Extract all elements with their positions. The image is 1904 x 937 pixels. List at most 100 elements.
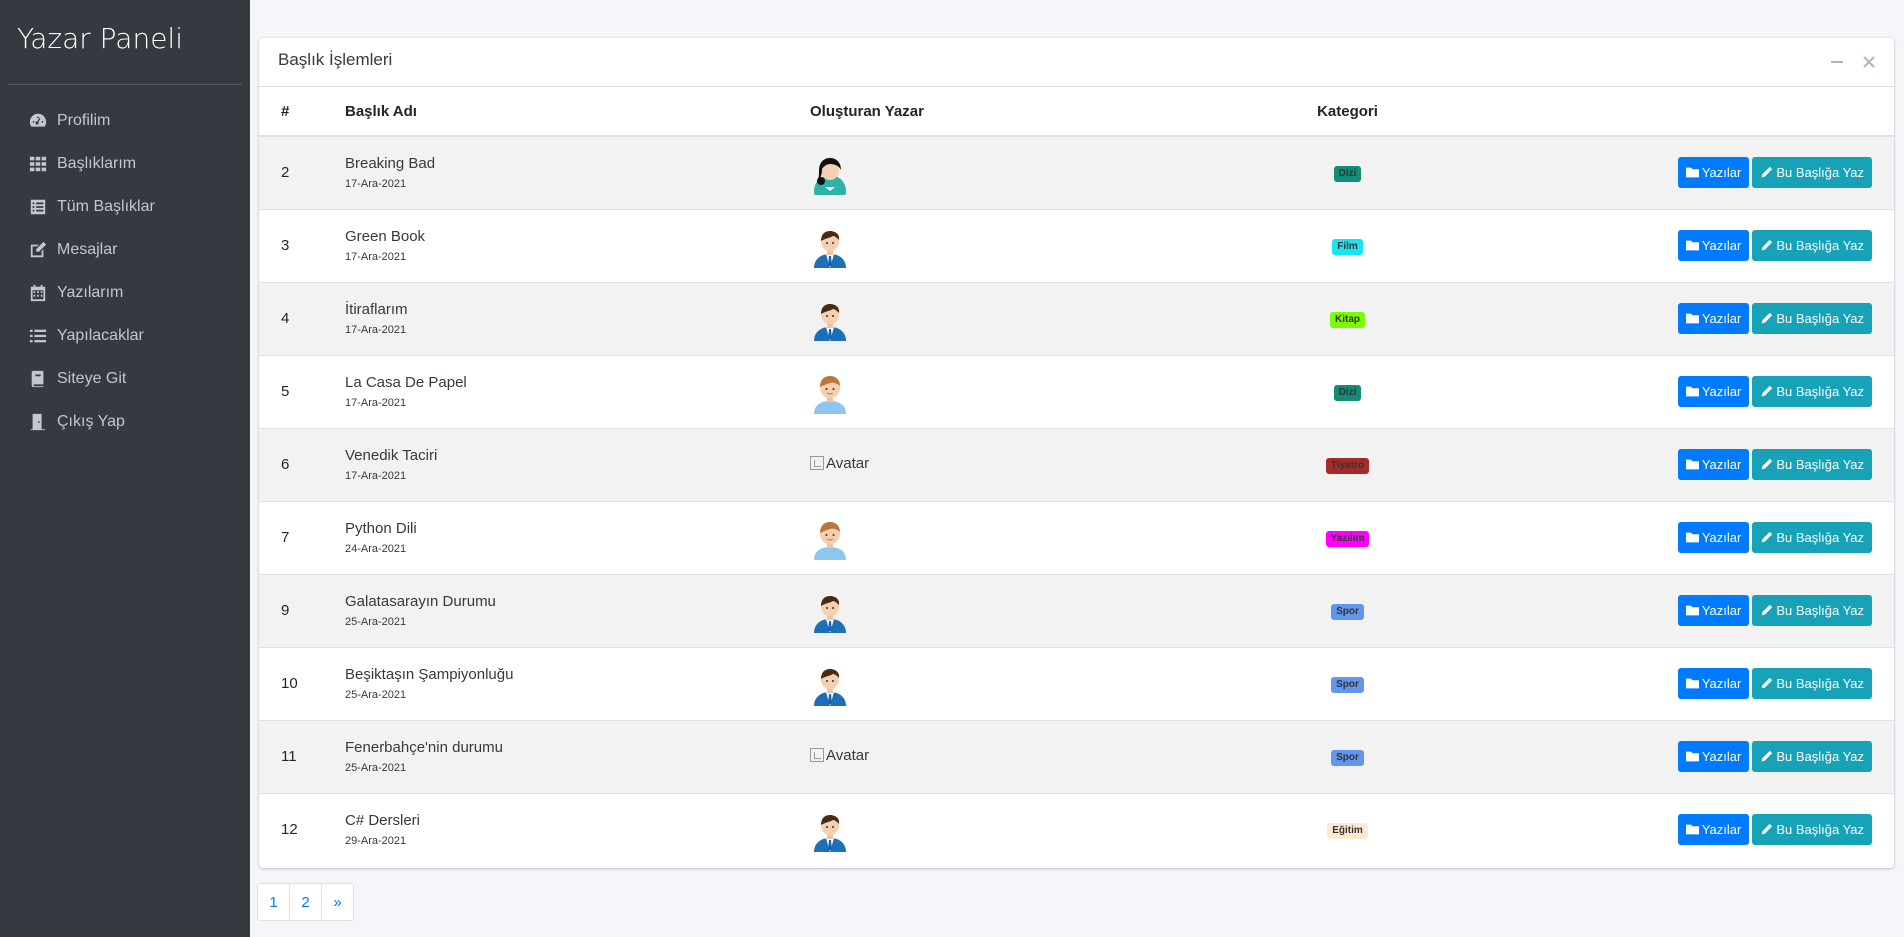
author-cell [790, 282, 1210, 355]
row-title-cell: Beşiktaşın Şampiyonluğu 25-Ara-2021 [325, 647, 790, 720]
table-row: 2 Breaking Bad 17-Ara-2021 Dizi Yazılar Bu Ba… [259, 136, 1894, 209]
grid-icon [28, 154, 48, 174]
avatar [810, 375, 850, 414]
pencil-icon [1760, 531, 1776, 544]
posts-button[interactable]: Yazılar [1677, 230, 1750, 261]
book-icon [28, 369, 48, 389]
avatar-alt-text: Avatar [826, 454, 870, 472]
write-button-label: Bu Başlığa Yaz [1776, 165, 1864, 181]
topic-name: Breaking Bad [345, 155, 436, 173]
posts-button[interactable]: Yazılar [1677, 814, 1750, 846]
sidebar-item-7[interactable]: Çıkış Yap [0, 400, 250, 443]
col-category-header: Kategori [1210, 87, 1485, 137]
row-title-cell: C# Dersleri 29-Ara-2021 [325, 793, 790, 866]
close-icon[interactable] [1860, 53, 1878, 71]
list-alt-icon [28, 197, 48, 217]
pagination-page[interactable]: 2 [289, 883, 322, 921]
topics-table: # Başlık Adı Oluşturan Yazar Kategori 2 B… [259, 87, 1894, 866]
write-to-topic-button[interactable]: Bu Başlığa Yaz [1752, 230, 1872, 261]
folder-icon [1685, 750, 1702, 763]
topic-name: C# Dersleri [345, 812, 421, 830]
avatar-broken-image: Avatar [810, 455, 869, 472]
folder-icon [1685, 239, 1702, 252]
write-button-label: Bu Başlığa Yaz [1776, 238, 1864, 253]
posts-button[interactable]: Yazılar [1677, 157, 1750, 189]
folder-icon [1685, 823, 1702, 836]
pencil-icon [1760, 239, 1776, 252]
author-cell [790, 136, 1210, 209]
category-badge: Kitap [1330, 312, 1365, 328]
avatar [810, 814, 850, 852]
write-to-topic-button[interactable]: Bu Başlığa Yaz [1752, 741, 1872, 772]
category-cell: Dizi [1210, 355, 1485, 428]
row-number: 4 [281, 310, 290, 327]
sidebar-item-5[interactable]: Yapılacaklar [0, 314, 250, 357]
category-badge: Dizi [1333, 166, 1362, 183]
table-row: 11 Fenerbahçe'nin durumu 25-Ara-2021 Avatar… [259, 720, 1894, 793]
topic-name: Venedik Taciri [345, 447, 438, 464]
table-row: 9 Galatasarayın Durumu 25-Ara-2021 Spor Yazı… [259, 574, 1894, 647]
pagination-next[interactable]: » [321, 883, 354, 921]
posts-button-label: Yazılar [1701, 822, 1742, 838]
category-badge: Tiyatro [1325, 458, 1370, 474]
sidebar-item-2[interactable]: Tüm Başlıklar [0, 185, 250, 228]
posts-button[interactable]: Yazılar [1677, 668, 1750, 699]
posts-button[interactable]: Yazılar [1677, 522, 1750, 553]
broken-image-icon [810, 456, 824, 471]
topic-date: 17-Ara-2021 [345, 324, 407, 336]
pencil-icon [1760, 458, 1776, 471]
row-title-cell: Breaking Bad 17-Ara-2021 [325, 136, 790, 209]
category-badge: Spor [1331, 604, 1364, 620]
col-num-header: # [259, 87, 325, 137]
calendar-icon [28, 283, 48, 303]
pagination-page[interactable]: 1 [257, 883, 290, 921]
avatar [810, 157, 850, 195]
row-number: 2 [281, 164, 290, 182]
row-title-cell: Python Dili 24-Ara-2021 [325, 501, 790, 574]
posts-button[interactable]: Yazılar [1677, 449, 1750, 480]
write-to-topic-button[interactable]: Bu Başlığa Yaz [1752, 157, 1872, 189]
posts-button[interactable]: Yazılar [1677, 303, 1750, 334]
actions-cell: Yazılar Bu Başlığa Yaz [1485, 136, 1894, 209]
sidebar-item-0[interactable]: Profilim [0, 99, 250, 142]
write-to-topic-button[interactable]: Bu Başlığa Yaz [1752, 449, 1872, 480]
topic-name: Fenerbahçe'nin durumu [345, 739, 503, 756]
sidebar-item-label: Başlıklarım [57, 154, 137, 172]
brand-title[interactable]: Yazar Paneli [0, 0, 250, 84]
write-to-topic-button[interactable]: Bu Başlığa Yaz [1752, 814, 1872, 846]
pencil-icon [1760, 385, 1776, 398]
posts-button[interactable]: Yazılar [1677, 741, 1750, 772]
write-to-topic-button[interactable]: Bu Başlığa Yaz [1752, 522, 1872, 553]
card-tools [1828, 53, 1878, 71]
posts-button-label: Yazılar [1701, 603, 1742, 618]
topic-date: 25-Ara-2021 [345, 616, 407, 628]
folder-icon [1685, 312, 1702, 325]
posts-button-label: Yazılar [1701, 238, 1742, 253]
sidebar-nav: Profilim Başlıklarım Tüm Başlıklar Mesajlar… [0, 99, 250, 443]
avatar [810, 230, 850, 268]
sidebar-item-6[interactable]: Siteye Git [0, 357, 250, 400]
sidebar-item-4[interactable]: Yazılarım [0, 271, 250, 314]
write-to-topic-button[interactable]: Bu Başlığa Yaz [1752, 376, 1872, 407]
write-to-topic-button[interactable]: Bu Başlığa Yaz [1752, 303, 1872, 334]
write-to-topic-button[interactable]: Bu Başlığa Yaz [1752, 595, 1872, 626]
category-badge: Spor [1331, 677, 1364, 693]
row-number: 12 [281, 821, 298, 839]
sidebar-divider [8, 84, 242, 85]
posts-button-label: Yazılar [1701, 530, 1742, 545]
write-to-topic-button[interactable]: Bu Başlığa Yaz [1752, 668, 1872, 699]
card-header: Başlık İşlemleri [259, 38, 1894, 87]
category-badge: Film [1332, 239, 1363, 255]
actions-cell: Yazılar Bu Başlığa Yaz [1485, 501, 1894, 574]
row-number: 10 [281, 675, 298, 692]
posts-button[interactable]: Yazılar [1677, 376, 1750, 407]
sidebar-item-3[interactable]: Mesajlar [0, 228, 250, 271]
minus-icon[interactable] [1828, 53, 1846, 71]
pencil-icon [1760, 677, 1776, 690]
edit-icon [28, 240, 48, 260]
posts-button[interactable]: Yazılar [1677, 595, 1750, 626]
sidebar-item-1[interactable]: Başlıklarım [0, 142, 250, 185]
col-actions-header [1485, 87, 1894, 137]
row-title-cell: Green Book 17-Ara-2021 [325, 209, 790, 282]
row-title-cell: Galatasarayın Durumu 25-Ara-2021 [325, 574, 790, 647]
